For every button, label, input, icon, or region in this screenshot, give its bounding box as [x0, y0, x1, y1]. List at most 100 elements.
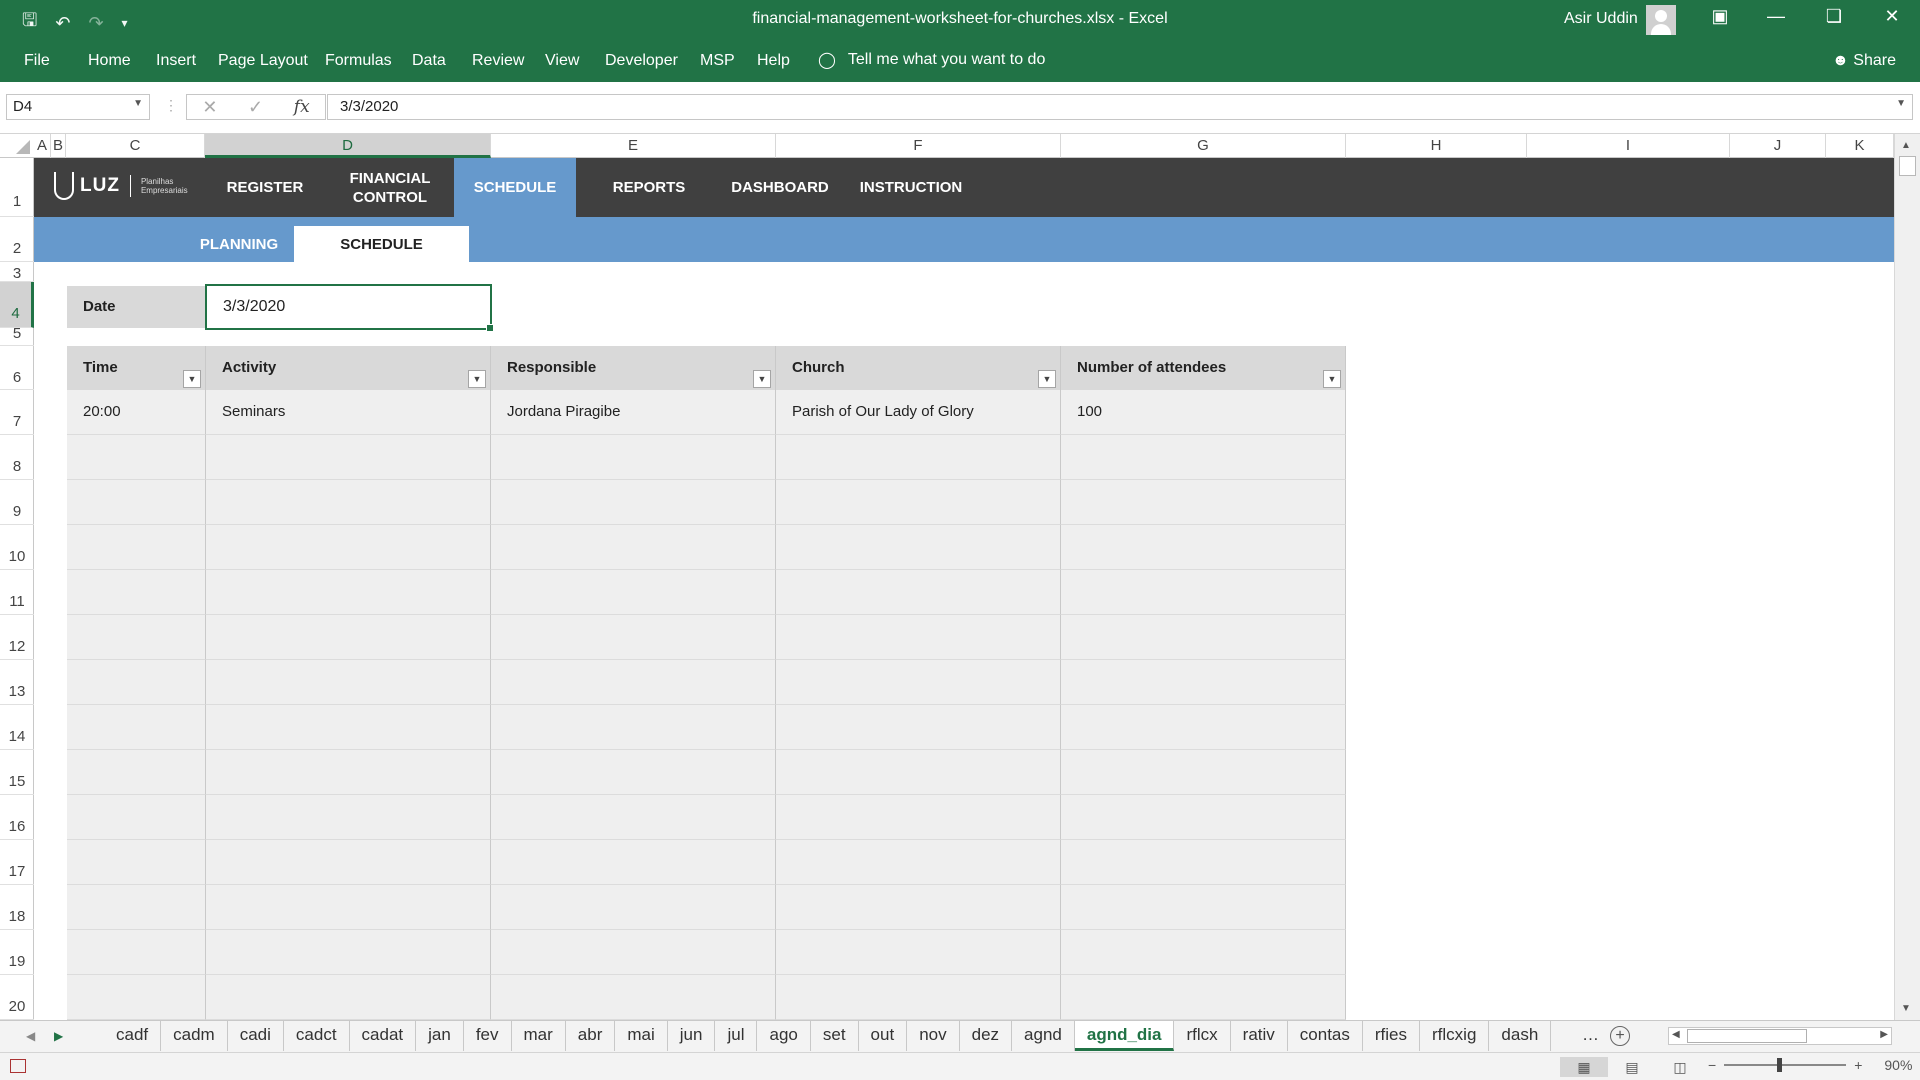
select-all-corner[interactable]: [0, 134, 34, 158]
scroll-thumb[interactable]: [1899, 156, 1916, 176]
tab-home[interactable]: Home: [88, 52, 131, 70]
cell-activity[interactable]: [206, 975, 491, 1020]
worksheet[interactable]: LUZ Planilhas Empresariais REGISTER FINA…: [34, 158, 1894, 1020]
sheet-tab-jul[interactable]: jul: [715, 1021, 758, 1051]
tab-review[interactable]: Review: [472, 52, 524, 70]
horizontal-scrollbar[interactable]: ◀ ▶: [1668, 1027, 1892, 1045]
row-header-selected[interactable]: 4: [0, 282, 34, 328]
col-header-k[interactable]: K: [1826, 134, 1894, 158]
filter-dropdown-icon[interactable]: ▼: [1323, 370, 1341, 388]
row-header[interactable]: 12: [0, 615, 34, 660]
cell-attendees[interactable]: [1061, 660, 1346, 705]
cell-attendees[interactable]: [1061, 975, 1346, 1020]
col-header-e[interactable]: E: [491, 134, 776, 158]
cell-responsible[interactable]: [491, 435, 776, 480]
tab-data[interactable]: Data: [412, 52, 446, 70]
sheet-tab-agnd-dia[interactable]: agnd_dia: [1074, 1021, 1175, 1051]
col-header-f[interactable]: F: [776, 134, 1061, 158]
cell-time[interactable]: [67, 795, 206, 840]
cell-responsible[interactable]: [491, 525, 776, 570]
restore-icon[interactable]: ❏: [1814, 6, 1854, 27]
row-header[interactable]: 18: [0, 885, 34, 930]
cell-activity[interactable]: [206, 570, 491, 615]
sheet-tab-cadf[interactable]: cadf: [104, 1021, 162, 1051]
row-header[interactable]: 17: [0, 840, 34, 885]
filter-dropdown-icon[interactable]: ▼: [1038, 370, 1056, 388]
row-header[interactable]: 9: [0, 480, 34, 525]
col-header-c[interactable]: C: [66, 134, 205, 158]
tab-file[interactable]: File: [24, 52, 50, 70]
cell-attendees[interactable]: [1061, 750, 1346, 795]
cell-time[interactable]: [67, 435, 206, 480]
cell-church[interactable]: [776, 660, 1061, 705]
sheet-tab-jan[interactable]: jan: [416, 1021, 464, 1051]
expand-formula-bar-icon[interactable]: ▼: [1896, 98, 1906, 109]
nav-financial-control[interactable]: FINANCIAL CONTROL: [330, 158, 450, 217]
nav-schedule[interactable]: SCHEDULE: [454, 158, 576, 217]
zoom-level[interactable]: 90%: [1884, 1057, 1912, 1073]
cancel-icon[interactable]: ✕: [202, 97, 217, 118]
tab-page-layout[interactable]: Page Layout: [218, 52, 308, 70]
minimize-icon[interactable]: —: [1756, 6, 1796, 27]
cell-responsible[interactable]: [491, 480, 776, 525]
scroll-up-icon[interactable]: ▲: [1901, 140, 1911, 151]
subnav-schedule[interactable]: SCHEDULE: [294, 226, 469, 262]
col-header-j[interactable]: J: [1730, 134, 1826, 158]
ribbon-display-icon[interactable]: ▣: [1700, 6, 1740, 27]
sheet-tab-nov[interactable]: nov: [907, 1021, 960, 1051]
cell-activity[interactable]: [206, 480, 491, 525]
cell-time[interactable]: 20:00: [67, 390, 206, 435]
sheet-tab-mar[interactable]: mar: [512, 1021, 566, 1051]
cell-time[interactable]: [67, 975, 206, 1020]
sheet-tab-rflcxig[interactable]: rflcxig: [1420, 1021, 1490, 1051]
sheet-tab-mai[interactable]: mai: [615, 1021, 668, 1051]
tab-view[interactable]: View: [545, 52, 579, 70]
scroll-down-icon[interactable]: ▼: [1901, 1003, 1911, 1014]
filter-dropdown-icon[interactable]: ▼: [468, 370, 486, 388]
row-header[interactable]: 14: [0, 705, 34, 750]
more-sheets-icon[interactable]: …: [1582, 1025, 1599, 1045]
cell-attendees[interactable]: [1061, 570, 1346, 615]
cell-responsible[interactable]: [491, 795, 776, 840]
cell-time[interactable]: [67, 930, 206, 975]
cell-responsible[interactable]: [491, 975, 776, 1020]
sheet-tab-abr[interactable]: abr: [566, 1021, 616, 1051]
col-header-h[interactable]: H: [1346, 134, 1527, 158]
nav-instruction[interactable]: INSTRUCTION: [846, 158, 976, 217]
scroll-left-icon[interactable]: ◀: [1672, 1029, 1680, 1040]
cell-responsible[interactable]: [491, 840, 776, 885]
sheet-tab-set[interactable]: set: [811, 1021, 859, 1051]
cell-time[interactable]: [67, 660, 206, 705]
row-header[interactable]: 1: [0, 158, 34, 217]
col-header-d[interactable]: D: [205, 134, 491, 158]
tab-insert[interactable]: Insert: [156, 52, 196, 70]
filter-dropdown-icon[interactable]: ▼: [753, 370, 771, 388]
cell-attendees[interactable]: [1061, 930, 1346, 975]
tell-me-search[interactable]: ◯ Tell me what you want to do: [818, 50, 1045, 70]
cell-church[interactable]: [776, 480, 1061, 525]
cell-time[interactable]: [67, 570, 206, 615]
nav-register[interactable]: REGISTER: [215, 158, 315, 217]
cell-responsible[interactable]: [491, 705, 776, 750]
name-box[interactable]: D4 ▼: [6, 94, 150, 120]
sheet-tab-rfies[interactable]: rfies: [1363, 1021, 1420, 1051]
tab-msp[interactable]: MSP: [700, 52, 735, 70]
cell-responsible[interactable]: [491, 750, 776, 795]
sheet-tab-rativ[interactable]: rativ: [1231, 1021, 1288, 1051]
sheet-tab-ago[interactable]: ago: [757, 1021, 811, 1051]
cell-responsible[interactable]: [491, 615, 776, 660]
tab-developer[interactable]: Developer: [605, 52, 678, 70]
sheet-tab-rflcx[interactable]: rflcx: [1174, 1021, 1231, 1051]
cell-church[interactable]: Parish of Our Lady of Glory: [776, 390, 1061, 435]
sheet-tab-cadct[interactable]: cadct: [284, 1021, 350, 1051]
row-header[interactable]: 13: [0, 660, 34, 705]
close-icon[interactable]: ✕: [1872, 6, 1912, 27]
vertical-scrollbar[interactable]: ▲ ▼: [1894, 134, 1920, 1020]
zoom-in-icon[interactable]: +: [1854, 1057, 1862, 1073]
chevron-down-icon[interactable]: ▼: [133, 98, 143, 109]
cell-activity[interactable]: [206, 615, 491, 660]
zoom-slider-knob[interactable]: [1777, 1058, 1783, 1072]
cell-activity[interactable]: Seminars: [206, 390, 491, 435]
sheet-tab-contas[interactable]: contas: [1288, 1021, 1363, 1051]
formula-input[interactable]: 3/3/2020 ▼: [327, 94, 1913, 120]
